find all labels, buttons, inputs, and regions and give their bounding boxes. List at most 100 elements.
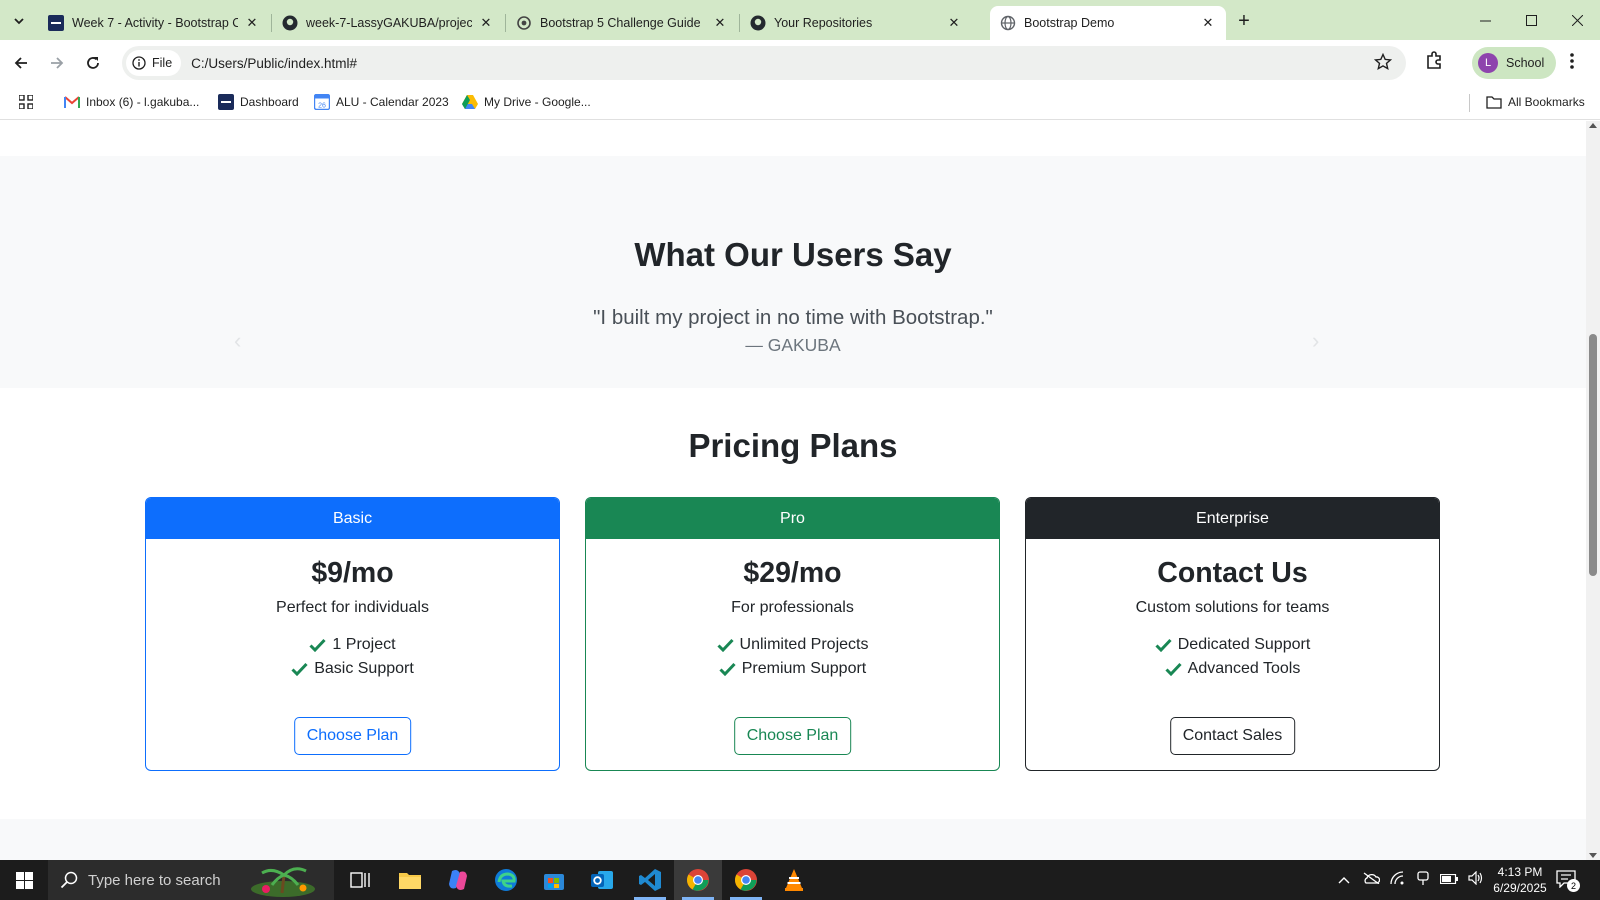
battery-icon[interactable] — [1439, 871, 1458, 889]
url-text[interactable]: C:/Users/Public/index.html# — [191, 56, 357, 71]
check-icon — [1155, 638, 1172, 652]
network-icon[interactable] — [1390, 870, 1406, 890]
testimonials-section: What Our Users Say "I built my project i… — [0, 156, 1586, 388]
plan-description: Perfect for individuals — [276, 599, 429, 616]
github-icon — [750, 15, 766, 31]
svg-text:26: 26 — [318, 103, 326, 110]
forward-button[interactable] — [44, 50, 70, 76]
bookmark-gmail[interactable]: Inbox (6) - l.gakuba... — [64, 94, 199, 110]
carousel-next-icon[interactable]: › — [1312, 328, 1319, 354]
scroll-thumb[interactable] — [1589, 334, 1597, 576]
apps-grid-icon — [18, 94, 34, 110]
close-tab-icon[interactable]: ✕ — [478, 15, 494, 31]
notification-center-button[interactable]: 2 — [1556, 870, 1580, 892]
bookmark-star-icon[interactable] — [1373, 52, 1393, 76]
pricing-card-pro: Pro $29/mo For professionals Unlimited P… — [585, 497, 1000, 771]
extensions-icon[interactable] — [1424, 50, 1444, 75]
search-highlight-art-icon — [251, 867, 315, 897]
scroll-up-icon[interactable] — [1589, 123, 1597, 128]
taskbar-vscode[interactable] — [626, 860, 674, 900]
close-tab-icon[interactable]: ✕ — [946, 15, 962, 31]
apps-button[interactable] — [18, 94, 40, 110]
tab-title: Week 7 - Activity - Bootstrap Cl — [72, 16, 238, 30]
feature-label: Advanced Tools — [1187, 660, 1301, 677]
taskbar-copilot[interactable] — [434, 860, 482, 900]
back-button[interactable] — [8, 50, 34, 76]
close-icon — [1571, 14, 1583, 26]
reload-button[interactable] — [80, 50, 106, 76]
carousel-prev-icon[interactable]: ‹ — [234, 328, 241, 354]
feature-item: Premium Support — [586, 657, 999, 681]
system-tray — [1338, 860, 1484, 900]
taskbar-vlc[interactable] — [770, 860, 818, 900]
bookmark-label: Inbox (6) - l.gakuba... — [86, 95, 200, 109]
tab-bootstrap-guide[interactable]: Bootstrap 5 Challenge Guide ✕ — [506, 6, 738, 40]
site-info-chip[interactable]: File — [126, 50, 182, 76]
address-bar[interactable]: File C:/Users/Public/index.html# — [122, 46, 1406, 80]
vlc-icon — [785, 869, 803, 891]
profile-button[interactable]: L School — [1472, 47, 1556, 79]
task-view-button[interactable] — [336, 860, 384, 900]
check-icon — [309, 638, 327, 652]
tab-github-project[interactable]: week-7-LassyGAKUBA/project-c ✕ — [272, 6, 504, 40]
testimonials-heading: What Our Users Say — [634, 236, 952, 273]
taskbar-chrome[interactable] — [722, 860, 770, 900]
profile-name: School — [1506, 56, 1545, 70]
bookmark-alu-calendar[interactable]: 26 ALU - Calendar 2023 — [314, 94, 449, 110]
bookmark-label: ALU - Calendar 2023 — [336, 95, 449, 109]
feature-item: Unlimited Projects — [586, 633, 999, 657]
start-button[interactable] — [0, 860, 48, 900]
taskbar-clock[interactable]: 4:13 PM 6/29/2025 — [1480, 864, 1560, 896]
tab-week7-activity[interactable]: Week 7 - Activity - Bootstrap Cl ✕ — [38, 6, 270, 40]
close-window-button[interactable] — [1554, 6, 1600, 34]
minimize-icon — [1479, 20, 1491, 21]
taskbar-outlook[interactable] — [578, 860, 626, 900]
minimize-button[interactable] — [1462, 6, 1508, 34]
all-bookmarks-label: All Bookmarks — [1508, 95, 1585, 109]
copilot-icon — [449, 870, 467, 890]
pricing-card-enterprise: Enterprise Contact Us Custom solutions f… — [1025, 497, 1440, 771]
gmail-icon — [64, 94, 80, 110]
close-tab-icon[interactable]: ✕ — [244, 15, 260, 31]
bookmark-my-drive[interactable]: My Drive - Google... — [462, 94, 591, 110]
onedrive-icon[interactable] — [1362, 871, 1381, 889]
browser-toolbar: File C:/Users/Public/index.html# L Schoo… — [0, 40, 1600, 86]
taskbar-chrome-active[interactable] — [674, 860, 722, 900]
meet-now-icon[interactable] — [1416, 870, 1430, 891]
page-scrollbar[interactable] — [1586, 121, 1600, 860]
tab-title: Bootstrap 5 Challenge Guide — [540, 16, 701, 30]
plan-features: Dedicated Support Advanced Tools — [1026, 633, 1439, 681]
menu-kebab-icon[interactable] — [1570, 52, 1574, 75]
tab-bootstrap-demo[interactable]: Bootstrap Demo ✕ — [990, 6, 1226, 40]
tab-search-button[interactable] — [6, 8, 32, 34]
tab-title: Your Repositories — [774, 16, 873, 30]
taskbar-file-explorer[interactable] — [386, 860, 434, 900]
chatgpt-icon — [516, 15, 532, 31]
choose-plan-pro-button[interactable]: Choose Plan — [733, 717, 852, 755]
plan-name: Pro — [586, 498, 999, 539]
choose-plan-basic-button[interactable]: Choose Plan — [293, 717, 412, 755]
scheme-label: File — [152, 56, 173, 70]
taskbar-edge[interactable] — [482, 860, 530, 900]
new-tab-button[interactable]: + — [1232, 9, 1256, 33]
scroll-down-icon[interactable] — [1589, 853, 1597, 858]
taskbar-search-box[interactable]: Type here to search — [48, 860, 334, 900]
contact-sales-button[interactable]: Contact Sales — [1169, 717, 1296, 755]
task-view-icon — [350, 872, 370, 888]
calendar-icon: 26 — [314, 94, 330, 110]
outlook-icon — [591, 871, 613, 889]
chevron-up-icon[interactable] — [1338, 871, 1350, 889]
close-tab-icon[interactable]: ✕ — [712, 15, 728, 31]
arrow-right-icon — [51, 57, 64, 69]
search-placeholder: Type here to search — [88, 871, 221, 889]
bookmark-label: My Drive - Google... — [484, 95, 591, 109]
all-bookmarks-button[interactable]: All Bookmarks — [1486, 94, 1585, 110]
check-icon — [291, 662, 308, 676]
next-section — [0, 819, 1586, 860]
feature-item: Basic Support — [146, 657, 559, 681]
bookmark-dashboard[interactable]: Dashboard — [218, 94, 299, 110]
maximize-button[interactable] — [1508, 6, 1554, 34]
tab-your-repositories[interactable]: Your Repositories ✕ — [740, 6, 972, 40]
taskbar-store[interactable] — [530, 860, 578, 900]
close-tab-icon[interactable]: ✕ — [1200, 15, 1216, 31]
